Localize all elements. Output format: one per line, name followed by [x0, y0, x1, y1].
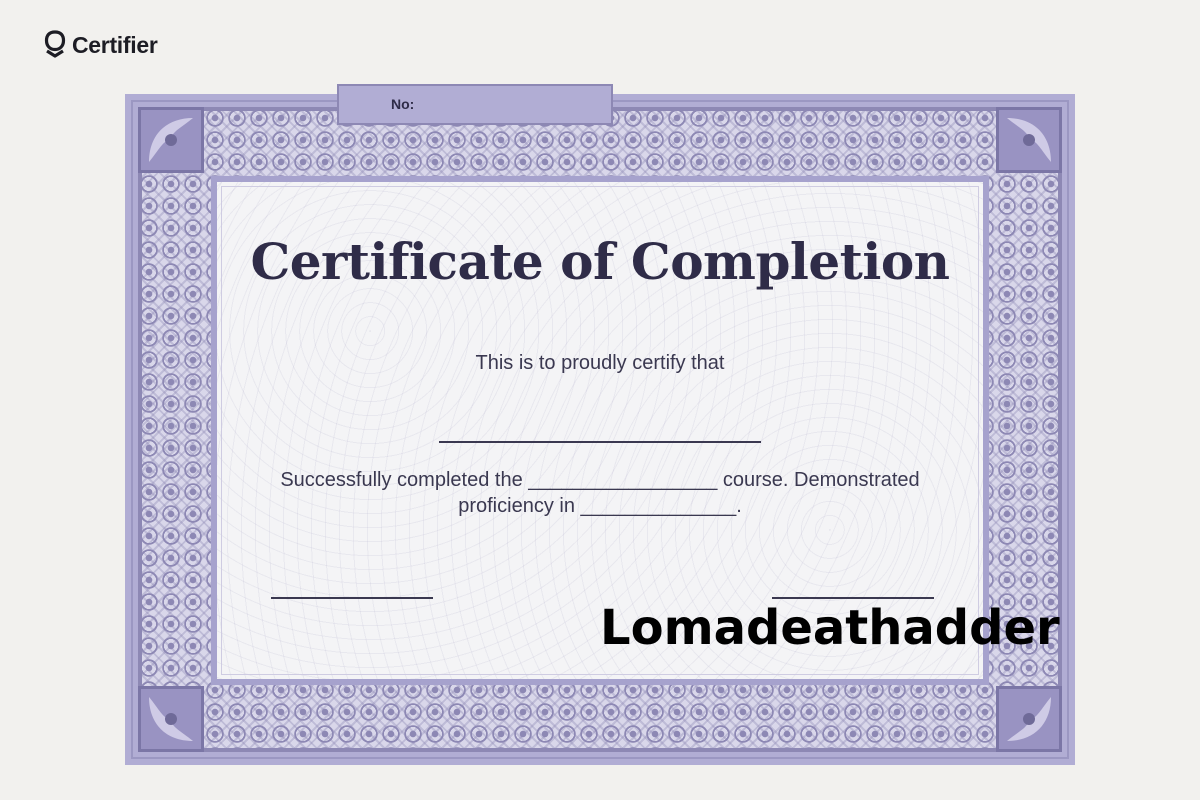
recipient-name-line: [439, 441, 761, 443]
certifier-logo-icon: [44, 30, 66, 58]
overlay-name-text: Lomadeathadder: [600, 600, 1060, 656]
brand-name: Certifier: [72, 31, 158, 58]
body-line-2: proficiency in ______________.: [458, 495, 742, 517]
brand-logo: Certifier: [44, 30, 158, 60]
corner-ornament-icon: [138, 686, 204, 752]
certificate-number-box: No:: [337, 84, 613, 125]
corner-ornament-icon: [996, 686, 1062, 752]
certificate: [125, 94, 1075, 765]
certificate-number-label: No:: [391, 96, 415, 112]
signature-line-left: [271, 597, 433, 599]
corner-ornament-icon: [138, 107, 204, 173]
corner-ornament-icon: [996, 107, 1062, 173]
certificate-body-text: Successfully completed the _____________…: [250, 467, 950, 519]
certificate-title: Certificate of Completion: [250, 232, 950, 291]
certificate-intro: This is to proudly certify that: [475, 352, 725, 374]
signature-line-right: [772, 597, 934, 599]
body-line-1: Successfully completed the _____________…: [280, 469, 920, 491]
